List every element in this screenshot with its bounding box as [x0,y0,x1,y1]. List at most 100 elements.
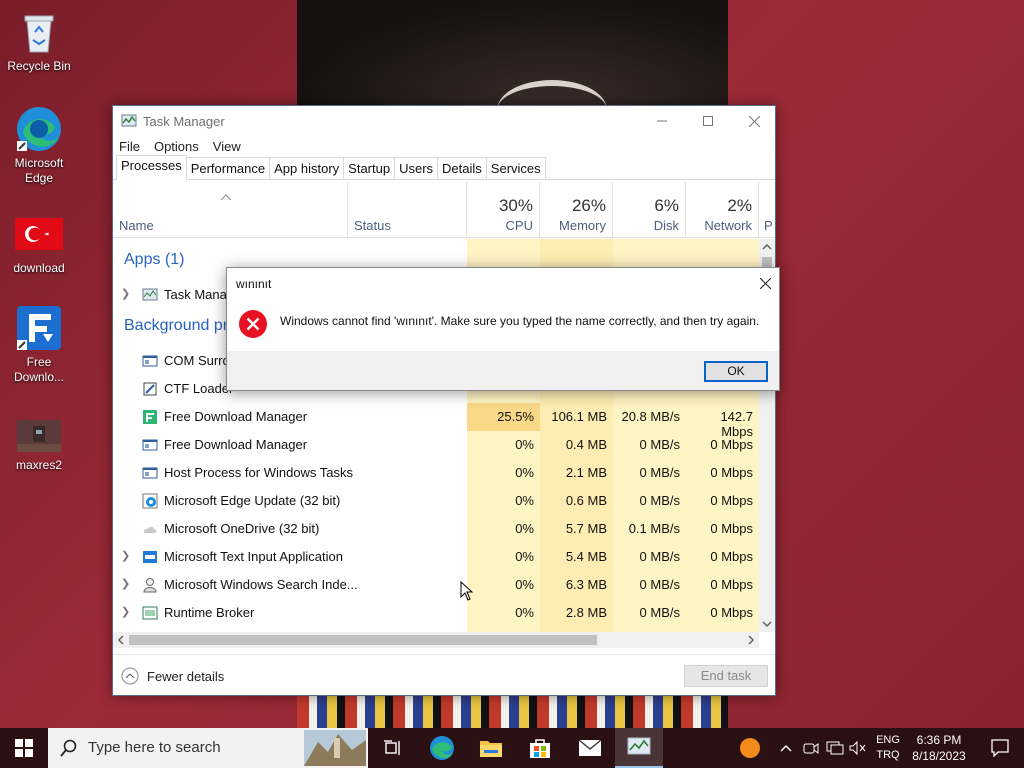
minimize-button[interactable] [639,106,685,136]
scroll-left-icon[interactable] [115,632,127,648]
task-view-button[interactable] [368,728,416,768]
maximize-button[interactable] [685,106,731,136]
recycle-bin-icon [15,8,63,56]
taskbar: Type here to search ENG TRQ 6:36 PM 8/18… [0,728,1024,768]
meet-now-icon [803,743,819,754]
task-manager-window: Task Manager File Options View Processes… [112,105,776,696]
taskbar-store[interactable] [516,728,564,768]
desktop-icon-maxres2[interactable]: maxres2 [1,420,77,473]
table-row[interactable]: ❯ Microsoft Windows Search Inde... 0% 6.… [113,571,759,599]
memory-value: 106.1 MB [551,409,607,424]
network-value: 0 Mbps [710,493,753,508]
column-header-status[interactable]: Status [347,182,467,238]
desktop-icon-free-download-manager[interactable]: Free Downlo... [1,304,77,385]
menu-options[interactable]: Options [154,139,199,154]
memory-value: 5.7 MB [565,521,607,536]
cpu-value: 0% [515,605,534,620]
cpu-total-percent: 30% [498,196,533,215]
disk-value: 0 MB/s [639,465,680,480]
table-row[interactable]: Free Download Manager 25.5% 106.1 MB 20.… [113,403,759,439]
tab-services[interactable]: Services [485,157,546,179]
disk-value: 0 MB/s [639,577,680,592]
tab-performance[interactable]: Performance [185,157,271,179]
taskbar-search-box[interactable]: Type here to search [48,728,368,768]
tray-meet-now[interactable] [800,728,822,768]
taskbar-file-explorer[interactable] [467,728,515,768]
table-row[interactable]: ❯ Runtime Broker 0% 2.8 MB 0 MB/s 0 Mbps [113,599,759,627]
scroll-right-icon[interactable] [745,632,757,648]
tab-details[interactable]: Details [437,157,487,179]
column-header-network[interactable]: 2% Network [686,182,759,238]
scroll-up-icon[interactable] [759,241,775,253]
table-row[interactable]: Microsoft Edge Update (32 bit) 0% 0.6 MB… [113,487,759,515]
memory-value: 6.3 MB [565,577,607,592]
network-value: 0 Mbps [710,465,753,480]
tray-network[interactable] [824,728,846,768]
notifications-button[interactable] [976,728,1024,768]
chevron-right-icon[interactable]: ❯ [121,577,130,590]
process-name: Microsoft Edge Update (32 bit) [164,493,341,508]
dialog-close-button[interactable] [759,272,772,294]
window-app-icon [142,467,158,479]
tray-volume[interactable] [847,728,869,768]
clock[interactable]: 6:36 PM 8/18/2023 [906,732,972,764]
column-header-row: Name Status 30% CPU 26% Memory 6% Disk 2… [113,182,775,238]
task-manager-icon [627,737,651,755]
desktop-icon-recycle-bin[interactable]: Recycle Bin [1,8,77,74]
column-label-cpu: CPU [505,218,533,233]
desktop-icon-label: Recycle Bin [7,59,71,73]
taskbar-task-manager[interactable] [615,728,663,768]
taskbar-orange-app[interactable] [726,728,774,768]
column-header-name[interactable]: Name [113,182,347,238]
fewer-details-button[interactable]: Fewer details [121,667,224,685]
chevron-right-icon[interactable]: ❯ [121,605,130,618]
keyboard-layout: TRQ [876,749,900,761]
desktop-icon-download[interactable]: download [1,218,77,276]
menu-view[interactable]: View [213,139,241,154]
tab-processes[interactable]: Processes [116,155,187,180]
close-button[interactable] [731,106,777,136]
chevron-right-icon[interactable]: ❯ [121,287,130,300]
column-header-memory[interactable]: 26% Memory [540,182,613,238]
process-name: Microsoft Windows Search Inde... [164,577,358,592]
column-header-disk[interactable]: 6% Disk [613,182,686,238]
column-header-power[interactable]: P [759,182,775,238]
chevron-right-icon[interactable]: ❯ [121,549,130,562]
end-task-button[interactable]: End task [684,665,768,687]
table-row[interactable]: ❯ Microsoft Text Input Application 0% 5.… [113,543,759,571]
title-bar[interactable]: Task Manager [113,106,775,136]
close-icon [748,115,760,127]
tab-startup[interactable]: Startup [343,157,396,179]
clock-date: 8/18/2023 [912,749,966,763]
tab-app-history[interactable]: App history [269,157,345,179]
sort-ascending-icon [221,194,231,200]
maximize-icon [703,116,713,126]
language-indicator[interactable]: ENG TRQ [872,733,904,763]
scroll-down-icon[interactable] [759,618,775,630]
horizontal-scroll-thumb[interactable] [129,635,597,645]
tab-users[interactable]: Users [394,157,439,179]
desktop-icon-edge[interactable]: Microsoft Edge [1,105,77,186]
onedrive-icon [143,526,157,533]
table-row[interactable]: Free Download Manager 0% 0.4 MB 0 MB/s 0… [113,431,759,459]
cpu-value: 0% [515,521,534,536]
horizontal-scrollbar[interactable] [113,632,759,648]
edge-icon [430,736,454,760]
column-header-cpu[interactable]: 30% CPU [467,182,540,238]
show-hidden-icons-button[interactable] [776,728,796,768]
taskbar-edge[interactable] [418,728,466,768]
mail-icon [578,739,602,756]
ok-button[interactable]: OK [704,361,768,382]
search-highlight-image [304,730,366,766]
process-name: Microsoft OneDrive (32 bit) [164,521,320,536]
taskbar-mail[interactable] [566,728,614,768]
cpu-value: 0% [515,493,534,508]
start-button[interactable] [0,728,48,768]
table-row[interactable]: Host Process for Windows Tasks 0% 2.1 MB… [113,459,759,487]
search-placeholder: Type here to search [88,739,221,756]
cpu-value: 0% [515,577,534,592]
windows-logo-icon [15,739,33,757]
table-row[interactable]: Microsoft OneDrive (32 bit) 0% 5.7 MB 0.… [113,515,759,543]
menu-file[interactable]: File [119,139,140,154]
desktop-icon-label: maxres2 [15,458,62,472]
